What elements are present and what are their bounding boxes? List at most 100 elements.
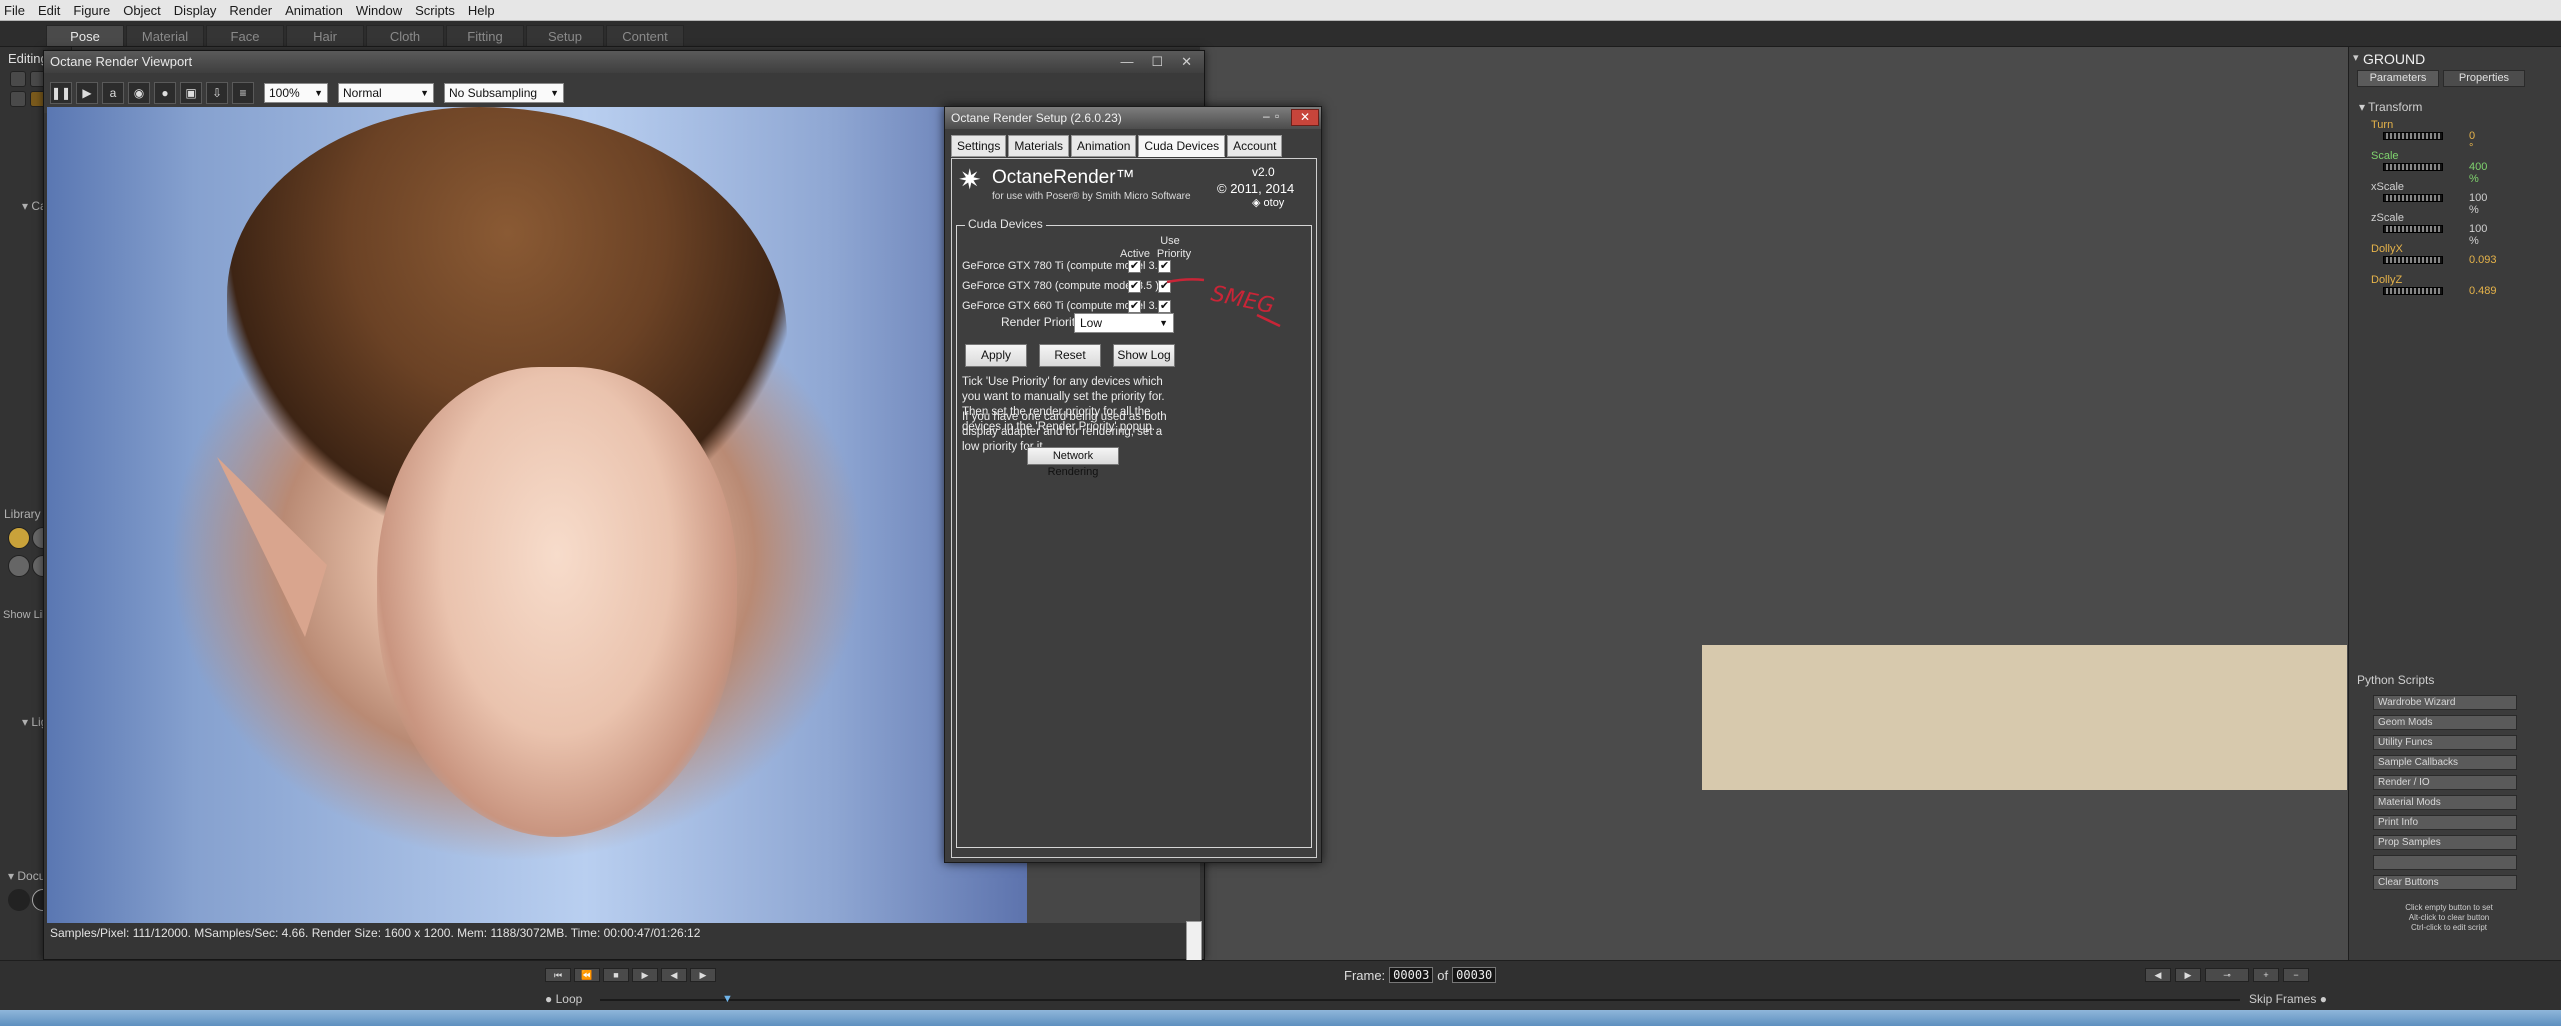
tab-settings[interactable]: Settings: [951, 135, 1007, 157]
device-active-checkbox[interactable]: ✔: [1128, 260, 1141, 273]
play-icon[interactable]: ▶: [76, 82, 98, 104]
script-button[interactable]: Wardrobe Wizard: [2373, 695, 2517, 710]
param-value[interactable]: 400 %: [2469, 161, 2487, 185]
total-frames-field[interactable]: 00030: [1452, 967, 1497, 983]
loop-toggle[interactable]: ● Loop: [545, 992, 582, 1006]
menu-animation[interactable]: Animation: [285, 3, 343, 18]
render-priority-select[interactable]: Low ▼: [1074, 313, 1174, 333]
param-dial[interactable]: [2383, 132, 2443, 140]
menu-edit[interactable]: Edit: [38, 3, 60, 18]
tab-pose[interactable]: Pose: [46, 25, 124, 46]
add-keyframe-icon[interactable]: +: [2253, 968, 2279, 982]
script-button[interactable]: [2373, 855, 2517, 870]
timeline-track[interactable]: [600, 999, 2240, 1001]
document-display-header[interactable]: ▾ Docu: [8, 869, 45, 883]
param-turn[interactable]: Turn 0 °: [2371, 119, 2475, 154]
device-active-checkbox[interactable]: ✔: [1128, 300, 1141, 313]
remove-keyframe-icon[interactable]: −: [2283, 968, 2309, 982]
param-value[interactable]: 100 %: [2469, 223, 2487, 247]
tab-cloth[interactable]: Cloth: [366, 25, 444, 46]
reset-button[interactable]: Reset: [1039, 344, 1101, 367]
param-scale[interactable]: Scale 400 %: [2371, 150, 2487, 185]
library-hair-icon[interactable]: [8, 555, 30, 577]
display-style-icon[interactable]: [8, 889, 30, 911]
script-button[interactable]: Render / IO: [2373, 775, 2517, 790]
menu-help[interactable]: Help: [468, 3, 495, 18]
keyframes-icon[interactable]: ⊸: [2205, 968, 2249, 982]
maximize-icon[interactable]: ▫: [1275, 109, 1289, 126]
stop-icon[interactable]: ■: [603, 968, 629, 982]
param-value[interactable]: 0.489: [2469, 285, 2497, 297]
collapse-icon[interactable]: ▾: [2353, 51, 2359, 64]
script-button[interactable]: Print Info: [2373, 815, 2517, 830]
minimize-icon[interactable]: —: [1120, 54, 1133, 70]
menu-file[interactable]: File: [4, 3, 25, 18]
tab-material[interactable]: Material: [126, 25, 204, 46]
tab-fitting[interactable]: Fitting: [446, 25, 524, 46]
script-button[interactable]: Utility Funcs: [2373, 735, 2517, 750]
tab-account[interactable]: Account: [1227, 135, 1283, 157]
timeline-scrubber[interactable]: ▼: [722, 993, 733, 1005]
rotate-tool-icon[interactable]: [10, 71, 26, 87]
current-frame-field[interactable]: 00003: [1389, 967, 1434, 983]
camera-icon[interactable]: ◉: [128, 82, 150, 104]
param-xscale[interactable]: xScale 100 %: [2371, 181, 2487, 216]
param-zscale[interactable]: zScale 100 %: [2371, 212, 2487, 247]
ai-light-icon[interactable]: a: [102, 82, 124, 104]
script-button[interactable]: Material Mods: [2373, 795, 2517, 810]
play-icon[interactable]: ▶: [632, 968, 658, 982]
close-icon[interactable]: ✕: [1181, 54, 1192, 70]
save-image-icon[interactable]: ⇩: [206, 82, 228, 104]
script-button[interactable]: Prop Samples: [2373, 835, 2517, 850]
first-frame-icon[interactable]: ⏮: [545, 968, 571, 982]
menu-object[interactable]: Object: [123, 3, 161, 18]
next-keyframe-icon[interactable]: ▶: [2175, 968, 2201, 982]
param-dial[interactable]: [2383, 163, 2443, 171]
tab-materials[interactable]: Materials: [1008, 135, 1070, 157]
script-button[interactable]: Clear Buttons: [2373, 875, 2517, 890]
maximize-icon[interactable]: ☐: [1151, 54, 1163, 70]
library-figures-icon[interactable]: [8, 527, 30, 549]
pause-icon[interactable]: ❚❚: [50, 82, 72, 104]
menu-window[interactable]: Window: [356, 3, 402, 18]
param-dollyz[interactable]: DollyZ 0.489: [2371, 274, 2497, 297]
device-active-checkbox[interactable]: ✔: [1128, 280, 1141, 293]
apply-button[interactable]: Apply: [965, 344, 1027, 367]
param-dial[interactable]: [2383, 225, 2443, 233]
prev-frame-icon[interactable]: ◀: [661, 968, 687, 982]
menu-display[interactable]: Display: [174, 3, 217, 18]
tab-parameters[interactable]: Parameters: [2357, 70, 2439, 87]
viewport-titlebar[interactable]: Octane Render Viewport — ☐ ✕: [44, 51, 1204, 73]
region-icon[interactable]: ▣: [180, 82, 202, 104]
tab-animation[interactable]: Animation: [1071, 135, 1137, 157]
next-frame-icon[interactable]: ▶: [690, 968, 716, 982]
script-button[interactable]: Geom Mods: [2373, 715, 2517, 730]
menu-figure[interactable]: Figure: [73, 3, 110, 18]
script-button[interactable]: Sample Callbacks: [2373, 755, 2517, 770]
tab-content[interactable]: Content: [606, 25, 684, 46]
menu-render[interactable]: Render: [229, 3, 272, 18]
param-dial[interactable]: [2383, 256, 2443, 264]
log-icon[interactable]: ≡: [232, 82, 254, 104]
tab-face[interactable]: Face: [206, 25, 284, 46]
param-value[interactable]: 0 °: [2469, 130, 2475, 154]
zoom-select[interactable]: 100% ▼: [264, 83, 328, 103]
param-dial[interactable]: [2383, 287, 2443, 295]
param-dollyx[interactable]: DollyX 0.093: [2371, 243, 2497, 266]
tab-setup[interactable]: Setup: [526, 25, 604, 46]
subsampling-select[interactable]: No Subsampling ▼: [444, 83, 564, 103]
param-value[interactable]: 100 %: [2469, 192, 2487, 216]
menu-scripts[interactable]: Scripts: [415, 3, 455, 18]
translate-tool-icon[interactable]: [10, 91, 26, 107]
transform-group-header[interactable]: ▾ Transform: [2359, 100, 2422, 114]
tab-cuda-devices[interactable]: Cuda Devices: [1138, 135, 1226, 157]
param-value[interactable]: 0.093: [2469, 254, 2497, 266]
prev-keyframe-icon[interactable]: ◀: [2145, 968, 2171, 982]
tab-properties[interactable]: Properties: [2443, 70, 2525, 87]
material-icon[interactable]: ●: [154, 82, 176, 104]
display-mode-select[interactable]: Normal ▼: [338, 83, 434, 103]
param-dial[interactable]: [2383, 194, 2443, 202]
tab-hair[interactable]: Hair: [286, 25, 364, 46]
network-rendering-button[interactable]: Network Rendering: [1027, 447, 1119, 478]
close-icon[interactable]: ✕: [1291, 109, 1319, 126]
